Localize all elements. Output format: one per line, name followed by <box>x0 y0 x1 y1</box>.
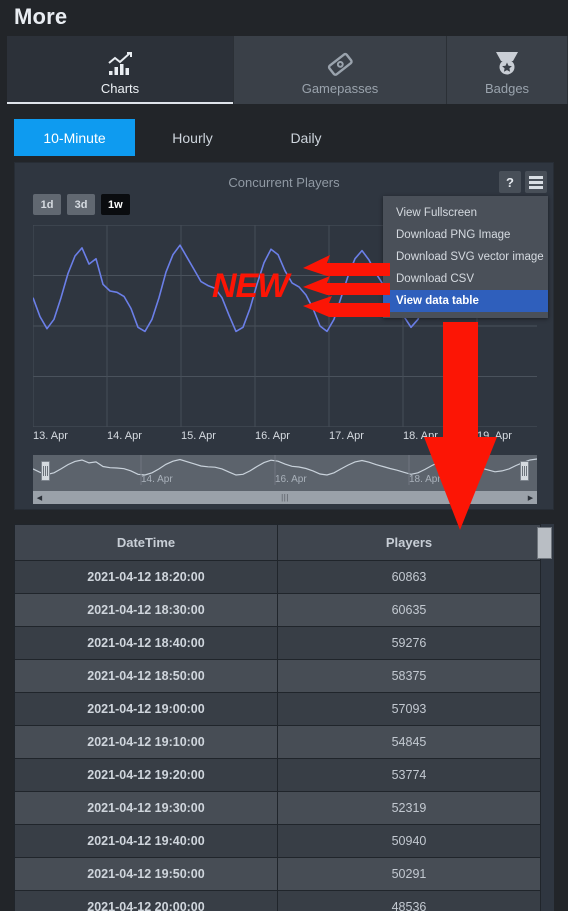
chart-icon <box>105 47 135 81</box>
cell-players: 53774 <box>277 758 541 792</box>
data-table-container[interactable]: DateTime Players 2021-04-12 18:20:00 6086… <box>14 524 554 911</box>
navigator-label-1: 16. Apr <box>275 474 307 485</box>
table-row: 2021-04-12 18:30:00 60635 <box>14 593 541 627</box>
cell-datetime: 2021-04-12 19:20:00 <box>14 758 278 792</box>
help-icon[interactable]: ? <box>499 171 521 193</box>
x-tick-6: 19. Apr <box>477 430 512 442</box>
table-row: 2021-04-12 19:10:00 54845 <box>14 725 541 759</box>
tab-gamepasses-label: Gamepasses <box>301 81 379 96</box>
ticket-icon <box>325 47 355 81</box>
chart-scrollbar[interactable]: ◀ ||| ▶ <box>33 491 537 504</box>
table-row: 2021-04-12 18:20:00 60863 <box>14 560 541 594</box>
cell-players: 54845 <box>277 725 541 759</box>
table-row: 2021-04-12 19:50:00 50291 <box>14 857 541 891</box>
chart-toolbar: ? <box>499 171 547 193</box>
range-button-1w[interactable]: 1w <box>101 194 130 215</box>
chart-range-selector: 1d 3d 1w <box>33 194 130 215</box>
app-root: More Charts Gamepasses Badges 10-Minute … <box>0 0 568 911</box>
table-row: 2021-04-12 19:40:00 50940 <box>14 824 541 858</box>
cell-datetime: 2021-04-12 20:00:00 <box>14 890 278 911</box>
cell-players: 50940 <box>277 824 541 858</box>
cell-datetime: 2021-04-12 19:30:00 <box>14 791 278 825</box>
table-row: 2021-04-12 18:50:00 58375 <box>14 659 541 693</box>
cell-datetime: 2021-04-12 18:20:00 <box>14 560 278 594</box>
table-row: 2021-04-12 19:30:00 52319 <box>14 791 541 825</box>
granularity-tab-10-minute[interactable]: 10-Minute <box>14 119 135 156</box>
scroll-right-button[interactable]: ▶ <box>524 491 537 504</box>
x-tick-1: 14. Apr <box>107 430 142 442</box>
navigator-label-0: 14. Apr <box>141 474 173 485</box>
chart-title: Concurrent Players <box>228 175 340 190</box>
x-tick-2: 15. Apr <box>181 430 216 442</box>
column-header-players[interactable]: Players <box>277 524 541 561</box>
tab-gamepasses[interactable]: Gamepasses <box>234 36 447 104</box>
cell-players: 59276 <box>277 626 541 660</box>
cell-players: 58375 <box>277 659 541 693</box>
tab-charts-label: Charts <box>100 81 140 96</box>
table-row: 2021-04-12 18:40:00 59276 <box>14 626 541 660</box>
cell-players: 50291 <box>277 857 541 891</box>
cell-players: 48536 <box>277 890 541 911</box>
navigator-handle-left[interactable] <box>41 461 50 481</box>
cell-players: 57093 <box>277 692 541 726</box>
table-body: 2021-04-12 18:20:00 60863 2021-04-12 18:30… <box>14 560 541 911</box>
x-axis-labels: 13. Apr 14. Apr 15. Apr 16. Apr 17. Apr … <box>33 430 537 446</box>
tab-badges-label: Badges <box>484 81 530 96</box>
menu-item-view-fullscreen[interactable]: View Fullscreen <box>383 202 548 224</box>
navigator-handle-right[interactable] <box>520 461 529 481</box>
menu-item-view-data-table[interactable]: View data table <box>383 290 548 312</box>
cell-datetime: 2021-04-12 18:50:00 <box>14 659 278 693</box>
x-tick-4: 17. Apr <box>329 430 364 442</box>
range-button-3d[interactable]: 3d <box>67 194 95 215</box>
table-scrollbar-thumb[interactable] <box>537 527 552 559</box>
menu-item-download-csv[interactable]: Download CSV <box>383 268 548 290</box>
top-tab-bar: Charts Gamepasses Badges <box>7 36 568 104</box>
granularity-tab-bar: 10-Minute Hourly Daily <box>14 119 568 156</box>
chart-navigator[interactable]: 14. Apr 16. Apr 18. Apr <box>33 455 537 491</box>
scrollbar-thumb[interactable]: ||| <box>46 491 524 504</box>
badge-icon <box>492 47 522 81</box>
cell-players: 52319 <box>277 791 541 825</box>
cell-datetime: 2021-04-12 18:40:00 <box>14 626 278 660</box>
granularity-tab-hourly[interactable]: Hourly <box>135 119 250 156</box>
navigator-label-2: 18. Apr <box>409 474 441 485</box>
chart-context-menu: View Fullscreen Download PNG Image Downl… <box>383 196 548 318</box>
menu-item-download-png[interactable]: Download PNG Image <box>383 224 548 246</box>
table-row: 2021-04-12 19:00:00 57093 <box>14 692 541 726</box>
table-row: 2021-04-12 20:00:00 48536 <box>14 890 541 911</box>
page-title: More <box>14 4 68 29</box>
menu-item-download-svg[interactable]: Download SVG vector image <box>383 246 548 268</box>
tab-badges[interactable]: Badges <box>447 36 568 104</box>
cell-datetime: 2021-04-12 19:50:00 <box>14 857 278 891</box>
cell-datetime: 2021-04-12 19:40:00 <box>14 824 278 858</box>
cell-datetime: 2021-04-12 19:10:00 <box>14 725 278 759</box>
x-tick-5: 18. Apr <box>403 430 438 442</box>
data-table: DateTime Players 2021-04-12 18:20:00 6086… <box>14 524 541 911</box>
x-tick-0: 13. Apr <box>33 430 68 442</box>
navigator-labels: 14. Apr 16. Apr 18. Apr <box>33 474 537 488</box>
tab-charts[interactable]: Charts <box>7 36 234 104</box>
scroll-left-button[interactable]: ◀ <box>33 491 46 504</box>
range-button-1d[interactable]: 1d <box>33 194 61 215</box>
cell-players: 60635 <box>277 593 541 627</box>
granularity-tab-daily[interactable]: Daily <box>250 119 362 156</box>
hamburger-icon[interactable] <box>525 171 547 193</box>
cell-datetime: 2021-04-12 18:30:00 <box>14 593 278 627</box>
cell-datetime: 2021-04-12 19:00:00 <box>14 692 278 726</box>
column-header-datetime[interactable]: DateTime <box>14 524 278 561</box>
x-tick-3: 16. Apr <box>255 430 290 442</box>
table-header-row: DateTime Players <box>14 524 541 561</box>
table-row: 2021-04-12 19:20:00 53774 <box>14 758 541 792</box>
cell-players: 60863 <box>277 560 541 594</box>
